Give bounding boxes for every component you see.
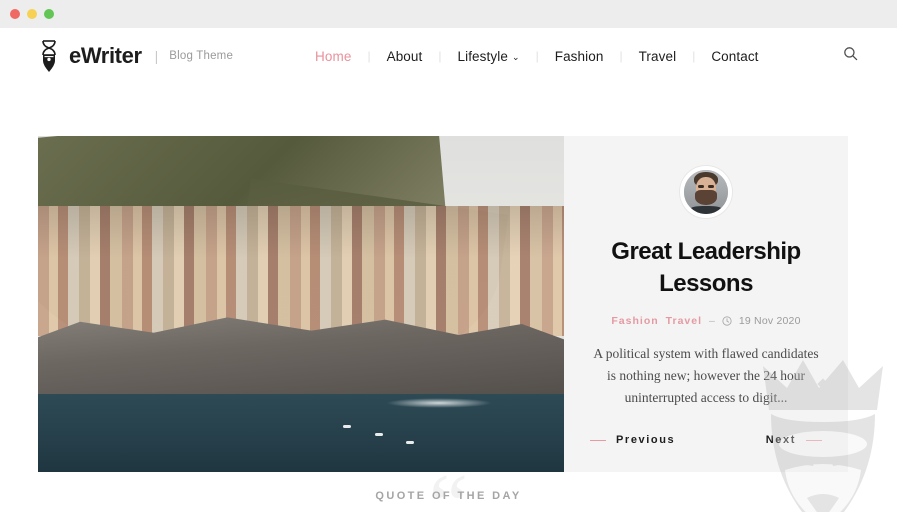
site-header: eWriter | Blog Theme Home | About | Life… <box>0 28 897 84</box>
nav-item-lifestyle[interactable]: Lifestyle ⌄ <box>442 49 536 64</box>
page-body: eWriter | Blog Theme Home | About | Life… <box>0 28 897 512</box>
nav-item-home-label: Home <box>315 48 352 64</box>
post-date: 19 Nov 2020 <box>738 315 801 328</box>
window-close-button[interactable] <box>10 9 20 19</box>
post-meta: Fashion Travel – 19 Nov 2020 <box>611 315 800 327</box>
quote-mark-icon: “ <box>428 457 469 512</box>
quote-section-label: QUOTE OF THE DAY <box>375 490 522 502</box>
nav-item-about[interactable]: About <box>371 49 439 64</box>
meta-dash: – <box>709 315 715 328</box>
next-post-button[interactable]: Next <box>766 434 822 446</box>
search-button[interactable] <box>837 43 863 69</box>
window-minimize-button[interactable] <box>27 9 37 19</box>
brand-name: eWriter <box>69 43 142 68</box>
image-boat <box>406 441 415 444</box>
image-village-shading <box>38 206 564 336</box>
avatar-beard <box>695 189 717 205</box>
window-maximize-button[interactable] <box>44 9 54 19</box>
image-boat <box>374 433 383 436</box>
featured-post-content: Great Leadership Lessons Fashion Travel … <box>564 136 848 472</box>
featured-image[interactable] <box>38 136 564 472</box>
post-tag-fashion[interactable]: Fashion <box>611 315 658 327</box>
brand-tagline: Blog Theme <box>169 50 234 62</box>
nav-item-contact[interactable]: Contact <box>695 49 774 64</box>
brand-separator: | <box>154 48 159 64</box>
brand-logo[interactable]: eWriter | Blog Theme <box>38 39 233 73</box>
clock-icon <box>722 316 732 326</box>
search-icon <box>843 46 858 66</box>
avatar-eye <box>698 184 705 188</box>
previous-dash-icon <box>590 439 606 441</box>
post-excerpt: A political system with flawed candidate… <box>593 346 819 406</box>
nav-item-lifestyle-label: Lifestyle <box>457 48 508 64</box>
nav-item-contact-label: Contact <box>711 48 759 64</box>
window-titlebar <box>0 0 897 28</box>
previous-post-button[interactable]: Previous <box>590 434 675 446</box>
quill-dna-icon <box>38 39 60 73</box>
avatar-eye <box>707 184 714 188</box>
image-boat <box>343 425 352 428</box>
next-dash-icon <box>806 439 822 441</box>
previous-label: Previous <box>616 434 676 446</box>
avatar-body <box>690 206 722 214</box>
post-title[interactable]: Great Leadership Lessons <box>590 236 822 299</box>
post-tag-travel[interactable]: Travel <box>666 315 702 327</box>
image-sea-foam <box>364 396 515 410</box>
chevron-down-icon: ⌄ <box>511 51 520 62</box>
nav-item-home[interactable]: Home <box>299 49 367 64</box>
nav-item-travel[interactable]: Travel <box>623 49 693 64</box>
post-pager: Previous Next <box>590 434 822 446</box>
next-label: Next <box>765 434 796 446</box>
quote-of-the-day-section: “ QUOTE OF THE DAY <box>0 462 897 512</box>
main-navigation: Home | About | Lifestyle ⌄ | Fashion | T… <box>299 49 775 64</box>
featured-post-card: Great Leadership Lessons Fashion Travel … <box>38 136 848 472</box>
nav-item-fashion[interactable]: Fashion <box>539 49 620 64</box>
nav-item-fashion-label: Fashion <box>554 48 604 64</box>
avatar <box>680 166 732 218</box>
nav-item-travel-label: Travel <box>638 48 677 64</box>
nav-item-about-label: About <box>386 48 423 64</box>
